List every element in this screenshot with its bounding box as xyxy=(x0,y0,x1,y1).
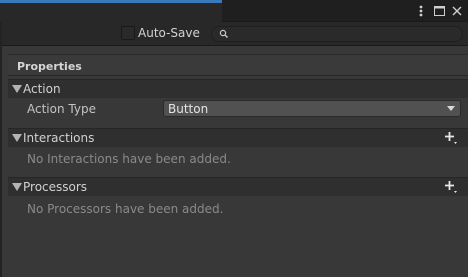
active-tab-area[interactable] xyxy=(0,3,222,22)
tab-strip xyxy=(0,0,468,22)
window-controls xyxy=(414,3,464,19)
active-tab-highlight xyxy=(0,0,222,3)
input-actions-window: Auto-Save Properties Action Action Type … xyxy=(0,0,468,277)
plus-dropdown-icon xyxy=(445,132,457,144)
maximize-icon[interactable] xyxy=(432,3,446,19)
foldout-expanded-icon[interactable] xyxy=(12,134,22,143)
interactions-empty-text: No Interactions have been added. xyxy=(27,152,231,166)
action-section-header[interactable]: Action xyxy=(8,79,468,98)
action-section-title: Action xyxy=(23,82,61,96)
processors-empty-text: No Processors have been added. xyxy=(27,202,224,216)
add-interaction-button[interactable] xyxy=(444,131,458,145)
autosave-label: Auto-Save xyxy=(138,26,200,40)
foldout-expanded-icon[interactable] xyxy=(12,85,22,94)
action-type-label: Action Type xyxy=(27,102,96,116)
autosave-checkbox[interactable] xyxy=(121,26,135,40)
foldout-expanded-icon[interactable] xyxy=(12,183,22,192)
properties-title: Properties xyxy=(17,60,82,73)
chevron-down-icon xyxy=(447,106,455,111)
search-field[interactable] xyxy=(211,26,463,42)
interactions-section-title: Interactions xyxy=(23,131,95,145)
add-processor-button[interactable] xyxy=(444,180,458,194)
properties-panel: Properties Action Action Type Button Int… xyxy=(8,54,468,277)
properties-header: Properties xyxy=(8,54,468,76)
left-pane-divider[interactable] xyxy=(0,22,2,277)
kebab-menu-icon[interactable] xyxy=(414,3,428,19)
action-type-value: Button xyxy=(168,102,209,116)
plus-dropdown-icon xyxy=(445,181,457,193)
interactions-section-header[interactable]: Interactions xyxy=(8,128,468,147)
processors-section-header[interactable]: Processors xyxy=(8,177,468,196)
action-type-dropdown[interactable]: Button xyxy=(163,100,461,117)
toolbar: Auto-Save xyxy=(0,22,468,46)
processors-section-title: Processors xyxy=(23,180,88,194)
close-icon[interactable] xyxy=(450,3,464,19)
search-icon xyxy=(219,29,228,38)
